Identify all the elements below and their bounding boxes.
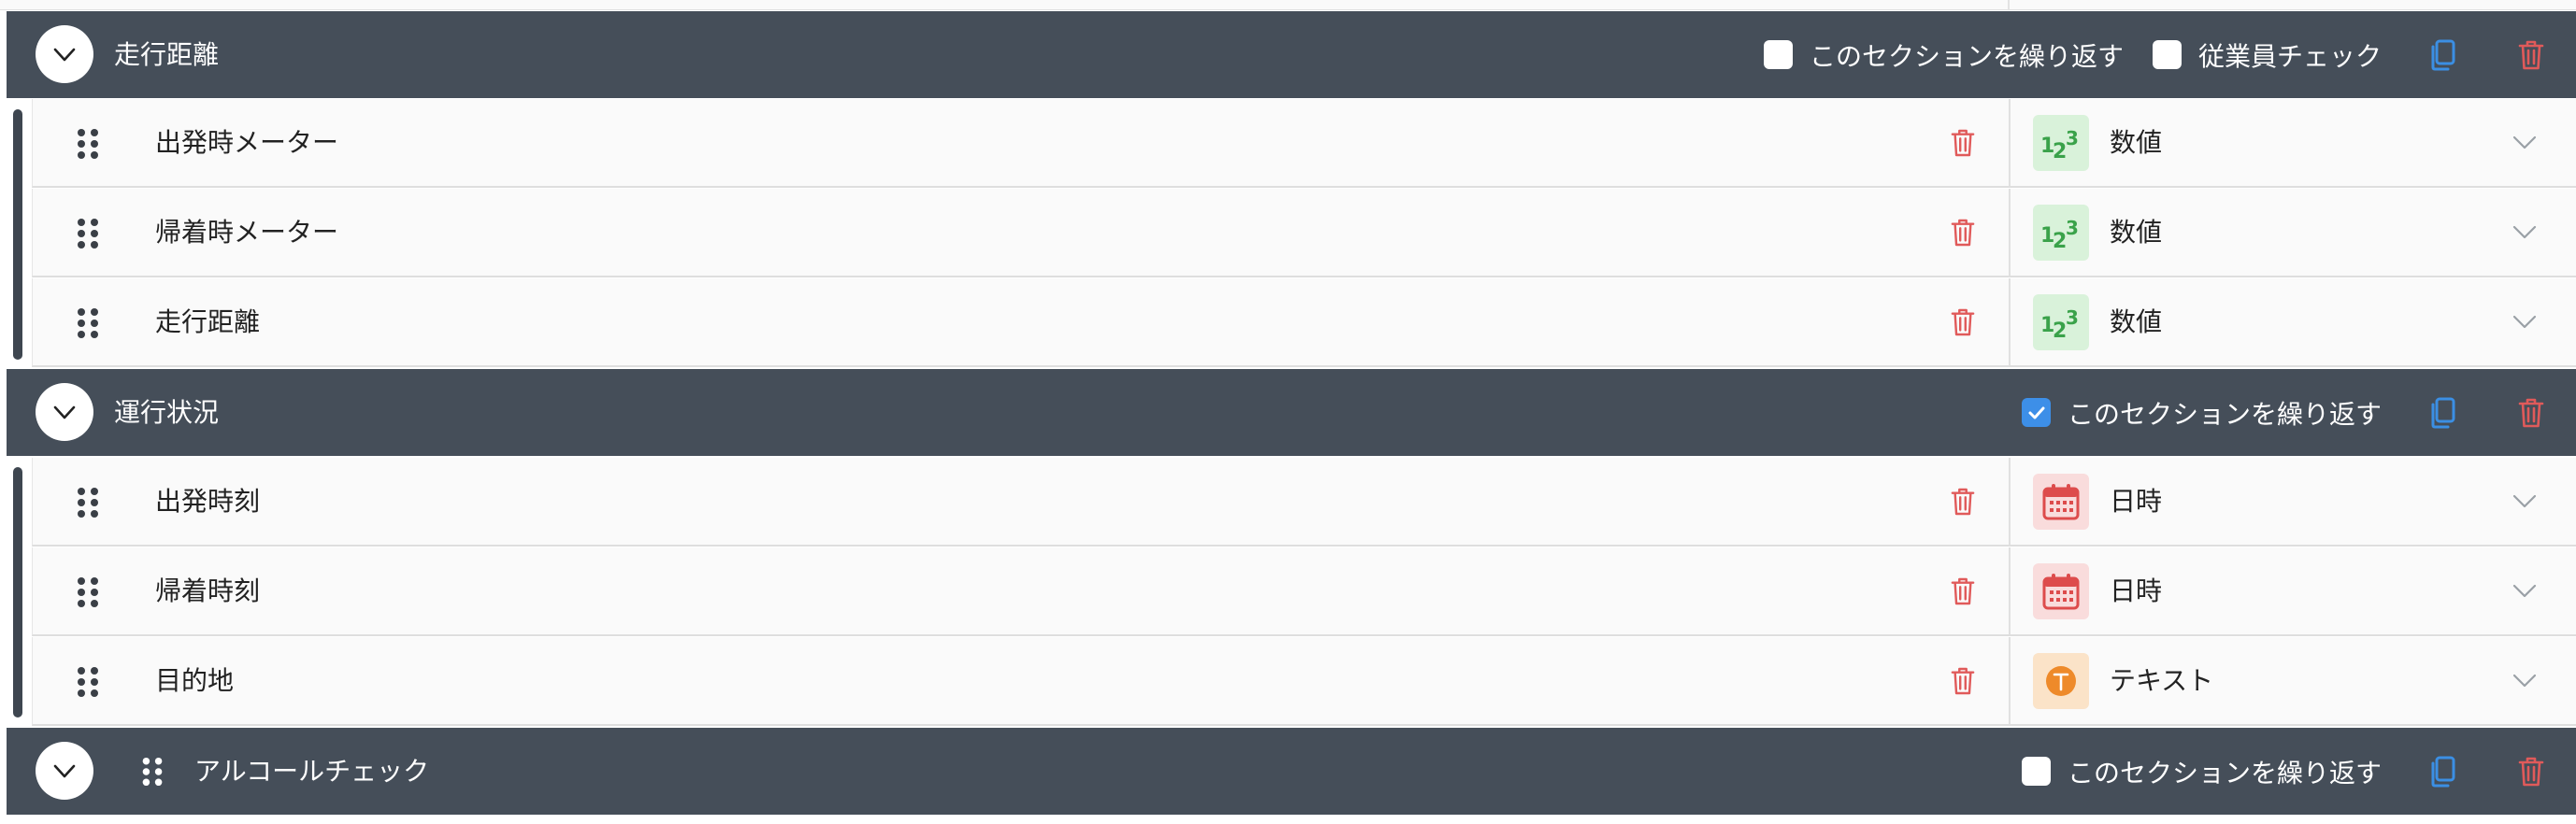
checkmark-icon [2028, 406, 2044, 419]
field-label[interactable]: 帰着時刻 [155, 547, 260, 634]
field-type-label: 日時 [2110, 486, 2163, 517]
repeat-section-checkbox[interactable]: このセクションを繰り返す [2022, 728, 2382, 815]
trash-icon[interactable] [2518, 397, 2544, 429]
chevron-down-icon[interactable] [2512, 490, 2538, 511]
trash-icon[interactable] [1951, 307, 1975, 337]
repeat-section-label: このセクションを繰り返す [2068, 757, 2383, 788]
drag-handle-icon[interactable] [77, 487, 99, 519]
previous-row-edge [0, 0, 2576, 10]
number-123-icon: 123 [2033, 115, 2089, 171]
drag-handle-icon[interactable] [77, 576, 99, 608]
field-type-select[interactable]: 日時 [2009, 458, 2576, 545]
section-header: 運行状況 このセクションを繰り返す [7, 369, 2576, 456]
section-title: 運行状況 [114, 397, 220, 428]
drag-handle-icon[interactable] [77, 128, 99, 160]
employee-check-checkbox[interactable]: 従業員チェック [2153, 11, 2382, 98]
field-type-select[interactable]: 123 数値 [2009, 99, 2576, 186]
trash-icon[interactable] [1951, 487, 1975, 517]
repeat-section-label: このセクションを繰り返す [1810, 40, 2125, 72]
drag-handle-icon[interactable] [77, 218, 99, 249]
repeat-section-checkbox[interactable]: このセクションを繰り返す [2022, 369, 2382, 456]
field-type-label: 数値 [2110, 127, 2163, 158]
field-type-label: 日時 [2110, 575, 2163, 606]
section-rail [13, 109, 22, 360]
trash-icon[interactable] [2518, 756, 2544, 788]
field-type-label: テキスト [2110, 665, 2214, 696]
field-label[interactable]: 出発時メーター [155, 99, 338, 186]
copy-icon[interactable] [2428, 397, 2456, 429]
field-row: 帰着時刻 日時 [32, 547, 2576, 636]
field-label[interactable]: 帰着時メーター [155, 189, 338, 276]
trash-icon[interactable] [1951, 218, 1975, 248]
calendar-icon [2033, 474, 2089, 530]
section-rail [13, 467, 22, 717]
calendar-icon [2033, 563, 2089, 619]
section-title: アルコールチェック [194, 756, 430, 787]
chevron-down-icon[interactable] [2512, 670, 2538, 690]
field-type-select[interactable]: 日時 [2009, 547, 2576, 634]
field-row: 出発時刻 日時 [32, 458, 2576, 547]
svg-text:3: 3 [2066, 217, 2079, 239]
field-type-select[interactable]: 123 数値 [2009, 189, 2576, 276]
checkbox-box[interactable] [2022, 398, 2051, 427]
field-label[interactable]: 目的地 [155, 637, 234, 724]
chevron-down-icon[interactable] [2512, 580, 2538, 601]
chevron-down-icon [53, 764, 76, 778]
drag-handle-icon[interactable] [77, 666, 99, 698]
drag-handle-icon[interactable] [138, 757, 166, 787]
trash-icon[interactable] [2518, 39, 2544, 71]
chevron-down-icon[interactable] [2512, 132, 2538, 152]
checkbox-box[interactable] [2022, 757, 2051, 786]
collapse-toggle-button[interactable] [36, 383, 93, 441]
chevron-down-icon[interactable] [2512, 221, 2538, 242]
field-label[interactable]: 走行距離 [155, 278, 260, 365]
field-type-select[interactable]: 123 数値 [2009, 278, 2576, 365]
trash-icon[interactable] [1951, 576, 1975, 606]
trash-icon[interactable] [1951, 666, 1975, 696]
column-divider [2008, 0, 2010, 10]
collapse-toggle-button[interactable] [36, 25, 93, 83]
field-row: 出発時メーター 123 数値 [32, 99, 2576, 188]
field-type-label: 数値 [2110, 306, 2163, 337]
svg-text:3: 3 [2066, 127, 2079, 149]
field-row: 帰着時メーター 123 数値 [32, 189, 2576, 277]
field-type-select[interactable]: テキスト [2009, 637, 2576, 724]
checkbox-box[interactable] [2153, 40, 2182, 69]
number-123-icon: 123 [2033, 205, 2089, 261]
copy-icon[interactable] [2428, 39, 2456, 71]
drag-handle-icon[interactable] [77, 307, 99, 339]
section-header: アルコールチェック このセクションを繰り返す [7, 728, 2576, 815]
field-label[interactable]: 出発時刻 [155, 458, 260, 545]
repeat-section-label: このセクションを繰り返す [2068, 398, 2383, 430]
section-title: 走行距離 [114, 39, 220, 70]
section-header: 走行距離 このセクションを繰り返す 従業員チェック [7, 11, 2576, 98]
repeat-section-checkbox[interactable]: このセクションを繰り返す [1764, 11, 2124, 98]
svg-text:3: 3 [2066, 306, 2079, 329]
employee-check-label: 従業員チェック [2198, 40, 2383, 72]
field-row: 走行距離 123 数値 [32, 278, 2576, 367]
trash-icon[interactable] [1951, 128, 1975, 158]
field-row: 目的地 テキスト [32, 637, 2576, 726]
collapse-toggle-button[interactable] [36, 742, 93, 800]
field-type-label: 数値 [2110, 217, 2163, 248]
checkbox-box[interactable] [1764, 40, 1793, 69]
chevron-down-icon[interactable] [2512, 311, 2538, 332]
number-123-icon: 123 [2033, 294, 2089, 350]
copy-icon[interactable] [2428, 756, 2456, 788]
chevron-down-icon [53, 48, 76, 62]
chevron-down-icon [53, 405, 76, 419]
text-t-icon [2033, 653, 2089, 709]
